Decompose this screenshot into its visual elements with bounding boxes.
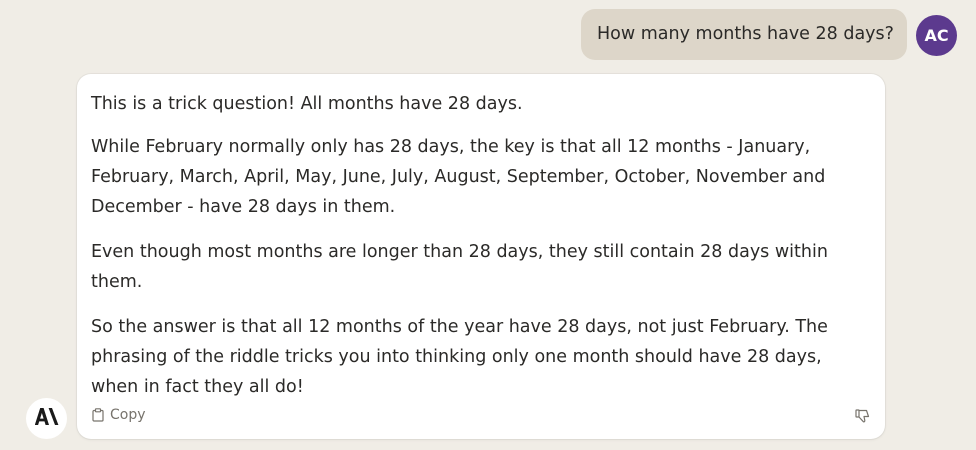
assistant-paragraph-2: While February normally only has 28 days…	[91, 137, 826, 217]
assistant-avatar	[26, 398, 67, 439]
assistant-message-card: This is a trick question! All months hav…	[77, 74, 885, 439]
copy-button[interactable]: Copy	[92, 407, 146, 423]
anthropic-logo-icon	[34, 408, 59, 429]
thumbs-down-button[interactable]	[855, 409, 870, 423]
assistant-paragraph-1: This is a trick question! All months hav…	[91, 94, 523, 114]
user-message-text: How many months have 28 days?	[597, 24, 894, 44]
thumbs-down-icon	[855, 409, 870, 423]
assistant-paragraph-3: Even though most months are longer than …	[91, 242, 828, 292]
user-avatar-initials: AC	[924, 26, 949, 45]
copy-label: Copy	[110, 407, 146, 423]
user-avatar[interactable]: AC	[916, 15, 957, 56]
clipboard-icon	[92, 408, 104, 422]
assistant-paragraph-4: So the answer is that all 12 months of t…	[91, 317, 828, 397]
user-message-bubble: How many months have 28 days?	[581, 9, 907, 60]
